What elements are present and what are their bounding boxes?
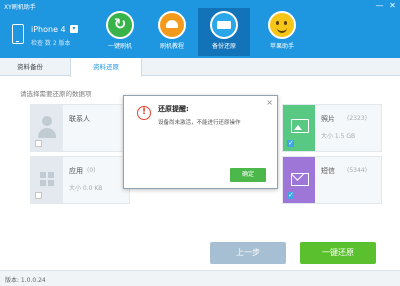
device-dropdown-icon[interactable]: ▾ xyxy=(70,25,78,33)
one-click-restore-button[interactable]: 一键还原 xyxy=(300,242,376,264)
alert-icon: ! xyxy=(137,106,151,120)
status-bar: 版本: 1.0.0.24 xyxy=(0,270,400,286)
restore-alert-dialog: × ! 还原提醒: 设备尚未激活，不能进行还原操作 确定 xyxy=(123,95,278,189)
lamp-icon xyxy=(158,11,186,39)
dialog-title: 还原提醒: xyxy=(158,105,189,113)
tab-data-restore[interactable]: 资料还原 xyxy=(70,58,142,77)
refresh-icon xyxy=(106,11,134,39)
nav-label: 苹果助手 xyxy=(269,43,294,50)
phone-icon xyxy=(12,24,24,44)
nav-label: 一键刷机 xyxy=(107,43,132,50)
device-info[interactable]: iPhone 4 ▾ 检查 数 2 版本 xyxy=(12,22,82,50)
close-window-button[interactable]: ✕ xyxy=(388,1,397,10)
nav-label: 刷机教程 xyxy=(159,43,184,50)
nav-backup-restore[interactable]: 备份还原 xyxy=(198,8,250,56)
prev-step-button[interactable]: 上一步 xyxy=(210,242,286,264)
close-icon[interactable]: × xyxy=(266,98,273,107)
version-label: 版本: 1.0.0.24 xyxy=(5,277,46,284)
ok-button[interactable]: 确定 xyxy=(230,168,266,182)
dialog-message: 设备尚未激活，不能进行还原操作 xyxy=(158,120,241,126)
backup-drive-icon xyxy=(210,11,238,39)
device-status: 检查 数 2 版本 xyxy=(31,40,71,47)
nav-apple-assistant[interactable]: 苹果助手 xyxy=(256,8,308,56)
device-name: iPhone 4 xyxy=(31,25,66,34)
app-title: XY刷机助手 xyxy=(4,4,36,11)
tab-bar: 资料备份 资料还原 xyxy=(0,58,400,77)
nav-flash-tutorial[interactable]: 刷机教程 xyxy=(146,8,198,56)
window-controls: — ✕ xyxy=(375,1,397,10)
smiley-icon xyxy=(268,11,296,39)
nav-one-click-flash[interactable]: 一键刷机 xyxy=(94,8,146,56)
nav-label: 备份还原 xyxy=(211,43,236,50)
header-bar: XY刷机助手 — ✕ iPhone 4 ▾ 检查 数 2 版本 一键刷机 刷机教… xyxy=(0,0,400,58)
tab-data-backup[interactable]: 资料备份 xyxy=(0,58,60,76)
minimize-button[interactable]: — xyxy=(375,1,384,10)
